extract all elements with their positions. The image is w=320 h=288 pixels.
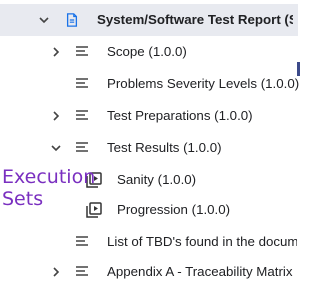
list-icon: [74, 44, 90, 60]
tree-item-test-preparations[interactable]: Test Preparations (1.0.0): [0, 100, 298, 132]
tree-item-label: Appendix A - Traceability Matrix (1.0.0): [107, 264, 297, 279]
tree-item-str-root[interactable]: System/Software Test Report (STR) (1.0.0…: [0, 4, 298, 36]
annotation-line: Sets: [2, 188, 44, 210]
tree-item-appendix-a[interactable]: Appendix A - Traceability Matrix (1.0.0): [0, 256, 298, 288]
annotation-line: Execution: [2, 166, 96, 188]
tree-item-label: Problems Severity Levels (1.0.0): [107, 76, 300, 91]
list-icon: [74, 108, 90, 124]
scrollbar-thumb[interactable]: [297, 62, 300, 76]
tree-item-list-of-tbds[interactable]: List of TBD's found in the document (1.0…: [0, 226, 298, 258]
list-icon: [74, 234, 90, 250]
list-icon: [74, 264, 90, 280]
tree-item-test-results[interactable]: Test Results (1.0.0): [0, 132, 298, 164]
chevron-right-icon[interactable]: [49, 265, 63, 279]
chevron-down-icon[interactable]: [37, 13, 51, 27]
tree-item-label: List of TBD's found in the document (1.0…: [107, 234, 297, 249]
tree-item-problems-severity-levels[interactable]: Problems Severity Levels (1.0.0): [0, 68, 300, 100]
chevron-right-icon[interactable]: [49, 109, 63, 123]
annotation-execution-sets: Execution Sets: [2, 166, 95, 210]
tree-item-label: Progression (1.0.0): [117, 202, 231, 217]
list-icon: [74, 140, 90, 156]
tree-item-label: Test Preparations (1.0.0): [107, 108, 253, 123]
tree-item-label: Scope (1.0.0): [107, 44, 187, 59]
tree-item-label: Sanity (1.0.0): [117, 172, 197, 187]
chevron-down-icon[interactable]: [49, 141, 63, 155]
chevron-right-icon[interactable]: [49, 45, 63, 59]
list-icon: [74, 76, 90, 92]
document-icon: [64, 12, 80, 28]
tree-item-label: System/Software Test Report (STR) (1.0.0…: [97, 12, 293, 27]
tree-item-scope[interactable]: Scope (1.0.0): [0, 36, 298, 68]
tree-item-label: Test Results (1.0.0): [107, 140, 222, 155]
